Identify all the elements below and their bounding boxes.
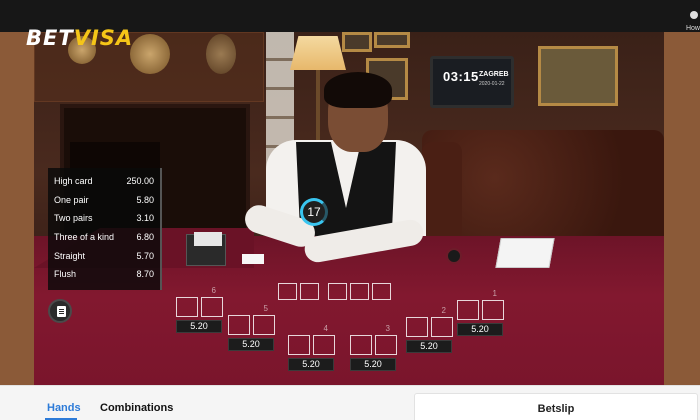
board-card-slot bbox=[350, 283, 369, 300]
help-icon bbox=[690, 11, 698, 19]
betvisa-logo[interactable]: BETVISA bbox=[26, 26, 133, 50]
spot-odds[interactable]: 5.20 bbox=[406, 340, 452, 353]
discard-tray bbox=[495, 238, 555, 268]
spot-number: 4 bbox=[323, 324, 328, 333]
payout-odds: 250.00 bbox=[126, 176, 154, 187]
payout-row: High card 250.00 bbox=[54, 172, 154, 191]
spot-number: 6 bbox=[211, 286, 216, 295]
picture-frame bbox=[342, 32, 372, 52]
payout-row: Flush 8.70 bbox=[54, 265, 154, 284]
help-menu[interactable]: How bbox=[680, 6, 700, 32]
spot-number: 3 bbox=[385, 324, 390, 333]
board-card-spots bbox=[278, 283, 391, 300]
payout-row: Two pairs 3.10 bbox=[54, 209, 154, 228]
hand-spot-3[interactable]: 3 5.20 bbox=[348, 324, 398, 371]
payout-odds: 6.80 bbox=[136, 232, 154, 243]
card-slot bbox=[200, 297, 223, 317]
card-slot bbox=[287, 335, 310, 355]
bottom-panel: Hands Combinations Betslip bbox=[0, 385, 700, 420]
countdown-timer: 17 bbox=[300, 198, 328, 226]
payout-row: Straight 5.70 bbox=[54, 246, 154, 265]
board-card-slot bbox=[300, 283, 319, 300]
betslip-panel[interactable]: Betslip bbox=[414, 393, 698, 420]
live-casino-page: How BETVISA 03:15 ZAGREB 2020-01-22 17 H… bbox=[0, 0, 700, 420]
hand-spot-5[interactable]: 5 5.20 bbox=[226, 304, 276, 351]
payout-hand: One pair bbox=[54, 194, 89, 205]
trophy-head bbox=[206, 34, 236, 74]
landscape-painting bbox=[538, 46, 618, 106]
rules-menu-button[interactable] bbox=[48, 299, 72, 323]
payout-table: High card 250.00 One pair 5.80 Two pairs 3.… bbox=[48, 168, 160, 290]
tab-hands[interactable]: Hands bbox=[47, 402, 81, 414]
card-slot bbox=[481, 300, 504, 320]
dealer-hair bbox=[324, 72, 392, 108]
clock-date: 2020-01-22 bbox=[479, 81, 505, 87]
hand-spot-4[interactable]: 4 5.20 bbox=[286, 324, 336, 371]
studio-clock-display: 03:15 ZAGREB 2020-01-22 bbox=[430, 56, 514, 108]
spot-number: 2 bbox=[441, 306, 446, 315]
spot-number: 5 bbox=[263, 304, 268, 313]
payout-hand: Three of a kind bbox=[54, 232, 115, 243]
payout-scrollbar[interactable] bbox=[160, 168, 162, 290]
document-icon bbox=[57, 306, 66, 317]
card-slot bbox=[374, 335, 397, 355]
chip-cup bbox=[446, 248, 462, 264]
spot-odds[interactable]: 5.20 bbox=[176, 320, 222, 333]
payout-odds: 5.80 bbox=[136, 194, 154, 205]
help-label: How bbox=[685, 25, 700, 32]
clock-time: 03:15 bbox=[443, 69, 479, 84]
payout-odds: 8.70 bbox=[136, 269, 154, 280]
card-slot bbox=[175, 297, 198, 317]
card-slot bbox=[430, 317, 453, 337]
card-slot bbox=[227, 315, 250, 335]
payout-row: One pair 5.80 bbox=[54, 191, 154, 210]
tab-combinations[interactable]: Combinations bbox=[100, 402, 173, 414]
spot-odds[interactable]: 5.20 bbox=[228, 338, 274, 351]
hand-spot-2[interactable]: 2 5.20 bbox=[404, 306, 454, 353]
spot-odds[interactable]: 5.20 bbox=[288, 358, 334, 371]
card-slot bbox=[252, 315, 275, 335]
shoe-card bbox=[194, 232, 222, 246]
payout-hand: Two pairs bbox=[54, 213, 93, 224]
hand-spot-6[interactable]: 6 5.20 bbox=[174, 286, 224, 333]
board-card-slot bbox=[278, 283, 297, 300]
picture-frame bbox=[374, 32, 410, 48]
spot-odds[interactable]: 5.20 bbox=[350, 358, 396, 371]
board-card-slot bbox=[328, 283, 347, 300]
betslip-title: Betslip bbox=[537, 403, 575, 415]
left-border bbox=[0, 32, 34, 385]
clock-city: ZAGREB bbox=[479, 71, 509, 78]
logo-text-bet: BET bbox=[26, 26, 74, 50]
board-card-slot bbox=[372, 283, 391, 300]
payout-hand: Straight bbox=[54, 250, 86, 261]
hand-spot-1[interactable]: 1 5.20 bbox=[455, 289, 505, 336]
card-slot bbox=[349, 335, 372, 355]
card-slot bbox=[456, 300, 479, 320]
wall-clock bbox=[130, 34, 170, 74]
card-slot bbox=[312, 335, 335, 355]
dealer-card bbox=[242, 254, 264, 264]
sofa-arm bbox=[422, 142, 462, 242]
payout-row: Three of a kind 6.80 bbox=[54, 228, 154, 247]
card-slot bbox=[405, 317, 428, 337]
payout-odds: 5.70 bbox=[136, 250, 154, 261]
payout-odds: 3.10 bbox=[136, 213, 154, 224]
payout-hand: Flush bbox=[54, 269, 77, 280]
logo-text-visa: VISA bbox=[73, 26, 134, 50]
spot-number: 1 bbox=[492, 289, 497, 298]
floor-lamp-shade bbox=[290, 36, 346, 70]
spot-odds[interactable]: 5.20 bbox=[457, 323, 503, 336]
payout-hand: High card bbox=[54, 176, 93, 187]
right-border bbox=[664, 32, 700, 385]
